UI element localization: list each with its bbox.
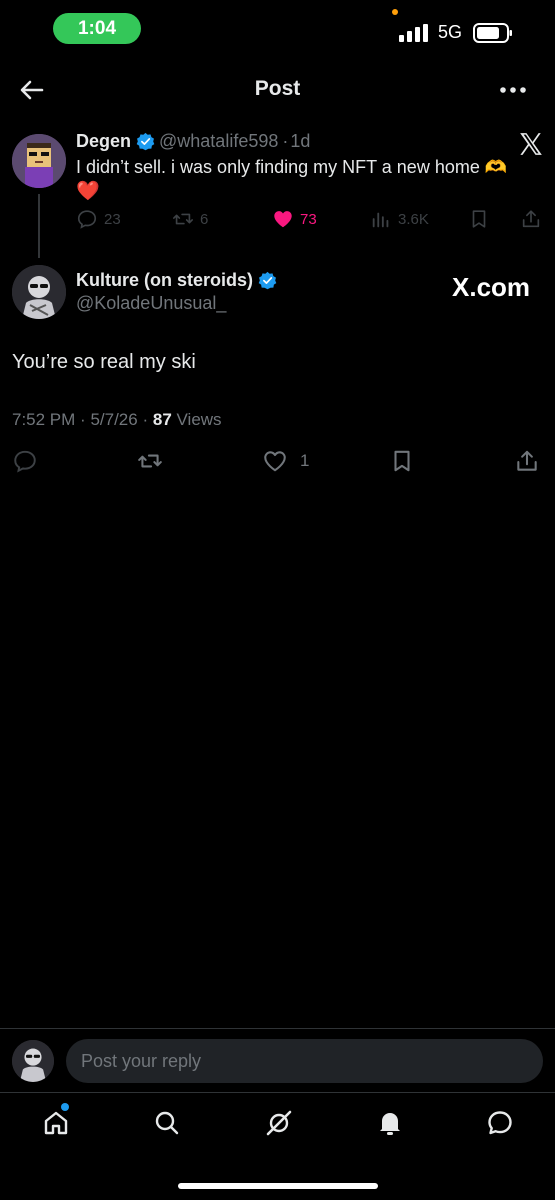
- status-bar: 1:04 5G: [0, 0, 555, 60]
- parent-author-handle[interactable]: @whatalife598: [159, 131, 278, 152]
- repost-button[interactable]: 6: [172, 208, 208, 230]
- messages-icon: [488, 1111, 512, 1135]
- views-label[interactable]: Views: [177, 410, 222, 429]
- like-count: 73: [300, 210, 317, 228]
- x-com-watermark: X.com: [452, 272, 530, 303]
- parent-tweet-age: 1d: [290, 131, 311, 151]
- network-type: 5G: [438, 22, 463, 42]
- tweet-meta: 7:52 PM · 5/7/26 · 87 Views: [12, 410, 222, 430]
- privacy-indicator-dot: [392, 9, 398, 15]
- x-logo-icon: [520, 133, 542, 155]
- bookmark-icon: [394, 450, 410, 472]
- heart-filled-icon: [274, 211, 292, 228]
- tweet-time: 7:52 PM: [12, 410, 76, 429]
- home-icon: [44, 1111, 68, 1135]
- heart-outline-icon: [264, 451, 286, 472]
- repost-icon: [138, 454, 162, 468]
- main-author-avatar[interactable]: [12, 265, 66, 319]
- nav-notifications[interactable]: [372, 1105, 408, 1141]
- repost-count: 6: [200, 210, 209, 228]
- thread-connector-line: [38, 194, 40, 258]
- page-title: Post: [254, 77, 301, 100]
- main-tweet-text: You’re so real my ski: [12, 351, 196, 373]
- post-header: Post: [0, 66, 555, 114]
- main-tweet-actions: 1: [0, 448, 555, 478]
- status-time: 1:04: [53, 13, 141, 44]
- search-icon: [155, 1111, 179, 1135]
- verified-badge-icon: [258, 271, 277, 290]
- notifications-icon: [380, 1113, 400, 1135]
- share-button[interactable]: [514, 448, 540, 474]
- parent-author-avatar[interactable]: [12, 134, 66, 188]
- parent-tweet-text: I didn’t sell. i was only finding my NFT…: [76, 155, 521, 204]
- more-horizontal-icon[interactable]: [499, 80, 527, 100]
- reply-user-avatar: [12, 1040, 54, 1082]
- bookmark-icon: [472, 210, 486, 228]
- bottom-nav: [0, 1093, 555, 1163]
- bookmark-button[interactable]: [389, 448, 415, 474]
- meta-separator: ·: [80, 410, 86, 429]
- signal-strength-icon: [399, 24, 428, 42]
- home-indicator[interactable]: [178, 1183, 378, 1189]
- nav-home[interactable]: [38, 1105, 74, 1141]
- reply-button[interactable]: 23: [76, 208, 121, 230]
- main-author-handle[interactable]: @KoladeUnusual_: [76, 293, 226, 314]
- reply-divider: [0, 1028, 555, 1029]
- share-icon: [522, 210, 540, 228]
- analytics-icon: [372, 212, 389, 228]
- repost-icon: [173, 213, 193, 225]
- main-author-name-row: Kulture (on steroids): [76, 270, 277, 291]
- reply-input[interactable]: [66, 1039, 543, 1083]
- views-button[interactable]: 3.6K: [370, 208, 429, 230]
- views-count: 3.6K: [398, 210, 429, 228]
- reply-button[interactable]: [12, 448, 38, 474]
- share-icon: [517, 450, 537, 471]
- nav-messages[interactable]: [482, 1105, 518, 1141]
- battery-icon: [473, 23, 512, 43]
- x-com-text: X.com: [452, 272, 531, 302]
- main-author-name[interactable]: Kulture (on steroids): [76, 270, 253, 291]
- parent-tweet-actions: 23 6 73 3.6K: [76, 208, 546, 234]
- nav-grok[interactable]: [261, 1105, 297, 1141]
- heart-emoji: ❤️: [76, 181, 100, 202]
- bookmark-button[interactable]: [468, 208, 490, 230]
- grok-icon: [266, 1110, 292, 1136]
- like-button[interactable]: 1: [262, 448, 309, 474]
- views-number[interactable]: 87: [153, 410, 172, 429]
- tweet-date: 5/7/26: [90, 410, 138, 429]
- like-button[interactable]: 73: [272, 208, 317, 230]
- repost-button[interactable]: [137, 448, 163, 474]
- verified-badge-icon: [136, 132, 155, 151]
- parent-author-name[interactable]: Degen: [76, 131, 131, 152]
- like-count: 1: [300, 451, 310, 470]
- reply-icon: [77, 210, 97, 229]
- separator-dot: ·: [282, 131, 289, 151]
- meta-separator: ·: [142, 410, 149, 429]
- nav-search[interactable]: [149, 1105, 185, 1141]
- reply-icon: [14, 450, 36, 473]
- parent-tweet-body: I didn’t sell. i was only finding my NFT…: [76, 157, 508, 177]
- home-notification-dot: [61, 1103, 69, 1111]
- share-button[interactable]: [520, 208, 542, 230]
- parent-tweet-header: Degen @whatalife598 · 1d: [76, 131, 310, 152]
- reply-count: 23: [104, 210, 121, 228]
